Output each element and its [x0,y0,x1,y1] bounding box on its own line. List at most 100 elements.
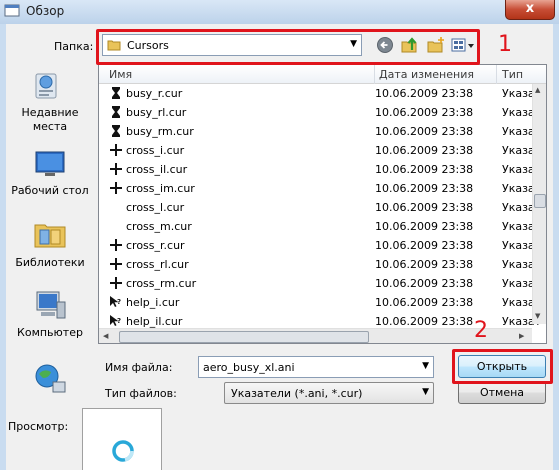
file-row[interactable]: cross_r.cur 10.06.2009 23:38 Указат [99,236,541,255]
file-date: 10.06.2009 23:38 [375,201,474,214]
busy-ring-icon [112,440,134,462]
file-name: help_il.cur [126,315,183,328]
window-app-icon [4,4,20,17]
hourglass-icon [109,124,123,138]
file-name: help_i.cur [126,296,180,309]
dialog-client-area: Папка: Cursors ▼ Недавние места Рабочий … [6,24,553,470]
file-list[interactable]: Имя Дата изменения Тип busy_r.cur 10.06.2… [98,64,547,344]
back-button[interactable] [376,36,396,56]
desktop-icon [35,151,65,176]
folder-icon [107,40,121,51]
file-name: cross_i.cur [126,144,185,157]
crosshair-icon [109,162,123,176]
file-date: 10.06.2009 23:38 [375,144,474,157]
column-separator[interactable] [496,65,497,84]
horizontal-scroll-thumb[interactable] [119,331,369,343]
filetype-select[interactable]: Указатели (*.ani, *.cur) ▼ [224,382,434,404]
navigation-toolbar [376,36,476,56]
up-folder-button[interactable] [400,36,420,56]
file-name: cross_l.cur [126,201,185,214]
filename-input[interactable]: aero_busy_xl.ani ▼ [198,356,434,378]
file-row[interactable]: cross_il.cur 10.06.2009 23:38 Указат [99,160,541,179]
blank-icon [109,200,123,214]
lookin-dropdown[interactable]: Cursors ▼ [102,34,362,56]
file-row[interactable]: busy_rl.cur 10.06.2009 23:38 Указат [99,103,541,122]
column-header-date[interactable]: Дата изменения [379,68,474,81]
file-name: busy_r.cur [126,87,183,100]
horizontal-scrollbar[interactable]: ◀ ▶ [99,328,532,343]
svg-text:?: ? [117,317,121,325]
file-row[interactable]: cross_l.cur 10.06.2009 23:38 Указат [99,198,541,217]
vertical-scroll-thumb[interactable] [534,194,546,208]
file-row[interactable]: cross_rm.cur 10.06.2009 23:38 Указат [99,274,541,293]
place-recent[interactable]: Недавние места [6,68,94,134]
file-row[interactable]: busy_r.cur 10.06.2009 23:38 Указат [99,84,541,103]
scroll-up-icon[interactable]: ▲ [535,86,540,94]
close-icon: x [525,1,535,16]
column-separator[interactable] [374,65,375,84]
file-name: cross_rm.cur [126,277,197,290]
file-date: 10.06.2009 23:38 [375,87,474,100]
place-recent-label-2: места [32,120,68,133]
file-date: 10.06.2009 23:38 [375,125,474,138]
file-row[interactable]: busy_rm.cur 10.06.2009 23:38 Указат [99,122,541,141]
open-dialog-window: Обзор x Папка: Cursors ▼ Недавние места … [0,0,559,470]
file-name: busy_rl.cur [126,106,187,119]
scroll-left-icon[interactable]: ◀ [103,332,108,340]
file-date: 10.06.2009 23:38 [375,277,474,290]
place-computer[interactable]: Компьютер [6,288,94,340]
annotation-number-2: 2 [474,318,488,343]
up-folder-icon [401,37,417,53]
open-button[interactable]: Открыть [458,355,546,378]
view-menu-button[interactable] [450,36,476,56]
view-menu-icon [451,38,474,52]
file-row[interactable]: ? help_i.cur 10.06.2009 23:38 Указат [99,293,541,312]
file-name: cross_r.cur [126,239,185,252]
file-row[interactable]: cross_rl.cur 10.06.2009 23:38 Указат [99,255,541,274]
file-row[interactable]: cross_i.cur 10.06.2009 23:38 Указат [99,141,541,160]
file-name: cross_rl.cur [126,258,189,271]
help-cursor-icon: ? [109,314,123,328]
column-header-name[interactable]: Имя [109,68,132,81]
preview-label: Просмотр: [8,420,69,433]
file-row[interactable]: cross_m.cur 10.06.2009 23:38 Указат [99,217,541,236]
file-date: 10.06.2009 23:38 [375,163,474,176]
place-recent-label-1: Недавние [21,106,79,119]
file-name: cross_il.cur [126,163,188,176]
place-libraries[interactable]: Библиотеки [6,216,94,270]
help-cursor-icon: ? [109,295,123,309]
back-icon [377,37,393,53]
annotation-number-1: 1 [498,32,512,57]
file-name: cross_m.cur [126,220,192,233]
place-desktop[interactable]: Рабочий стол [6,146,94,198]
file-row[interactable]: cross_im.cur 10.06.2009 23:38 Указат [99,179,541,198]
list-header: Имя Дата изменения Тип [99,65,546,84]
scroll-right-icon[interactable]: ▶ [519,332,524,340]
chevron-down-icon[interactable]: ▼ [422,361,429,371]
filename-label: Имя файла: [105,361,173,374]
recent-places-icon [35,73,57,99]
new-folder-icon [427,37,444,53]
file-date: 10.06.2009 23:38 [375,296,474,309]
filetype-value: Указатели (*.ani, *.cur) [231,387,363,400]
place-libraries-label: Библиотеки [15,256,85,269]
file-date: 10.06.2009 23:38 [375,258,474,271]
vertical-scrollbar[interactable]: ▲ ▼ [532,84,546,324]
file-date: 10.06.2009 23:38 [375,239,474,252]
window-title: Обзор [26,4,65,18]
place-network[interactable] [6,362,94,396]
scroll-down-icon[interactable]: ▼ [535,312,540,320]
column-header-type[interactable]: Тип [502,68,523,81]
new-folder-button[interactable] [426,36,446,56]
title-bar[interactable]: Обзор x [0,0,559,24]
lookin-label: Папка: [54,40,94,53]
hourglass-icon [109,105,123,119]
svg-text:?: ? [117,298,121,306]
cancel-button[interactable]: Отмена [458,381,546,404]
preview-pane [82,408,162,470]
place-computer-label: Компьютер [17,326,83,339]
file-name: cross_im.cur [126,182,195,195]
file-name: busy_rm.cur [126,125,194,138]
close-button[interactable]: x [505,0,555,20]
chevron-down-icon: ▼ [422,387,429,397]
